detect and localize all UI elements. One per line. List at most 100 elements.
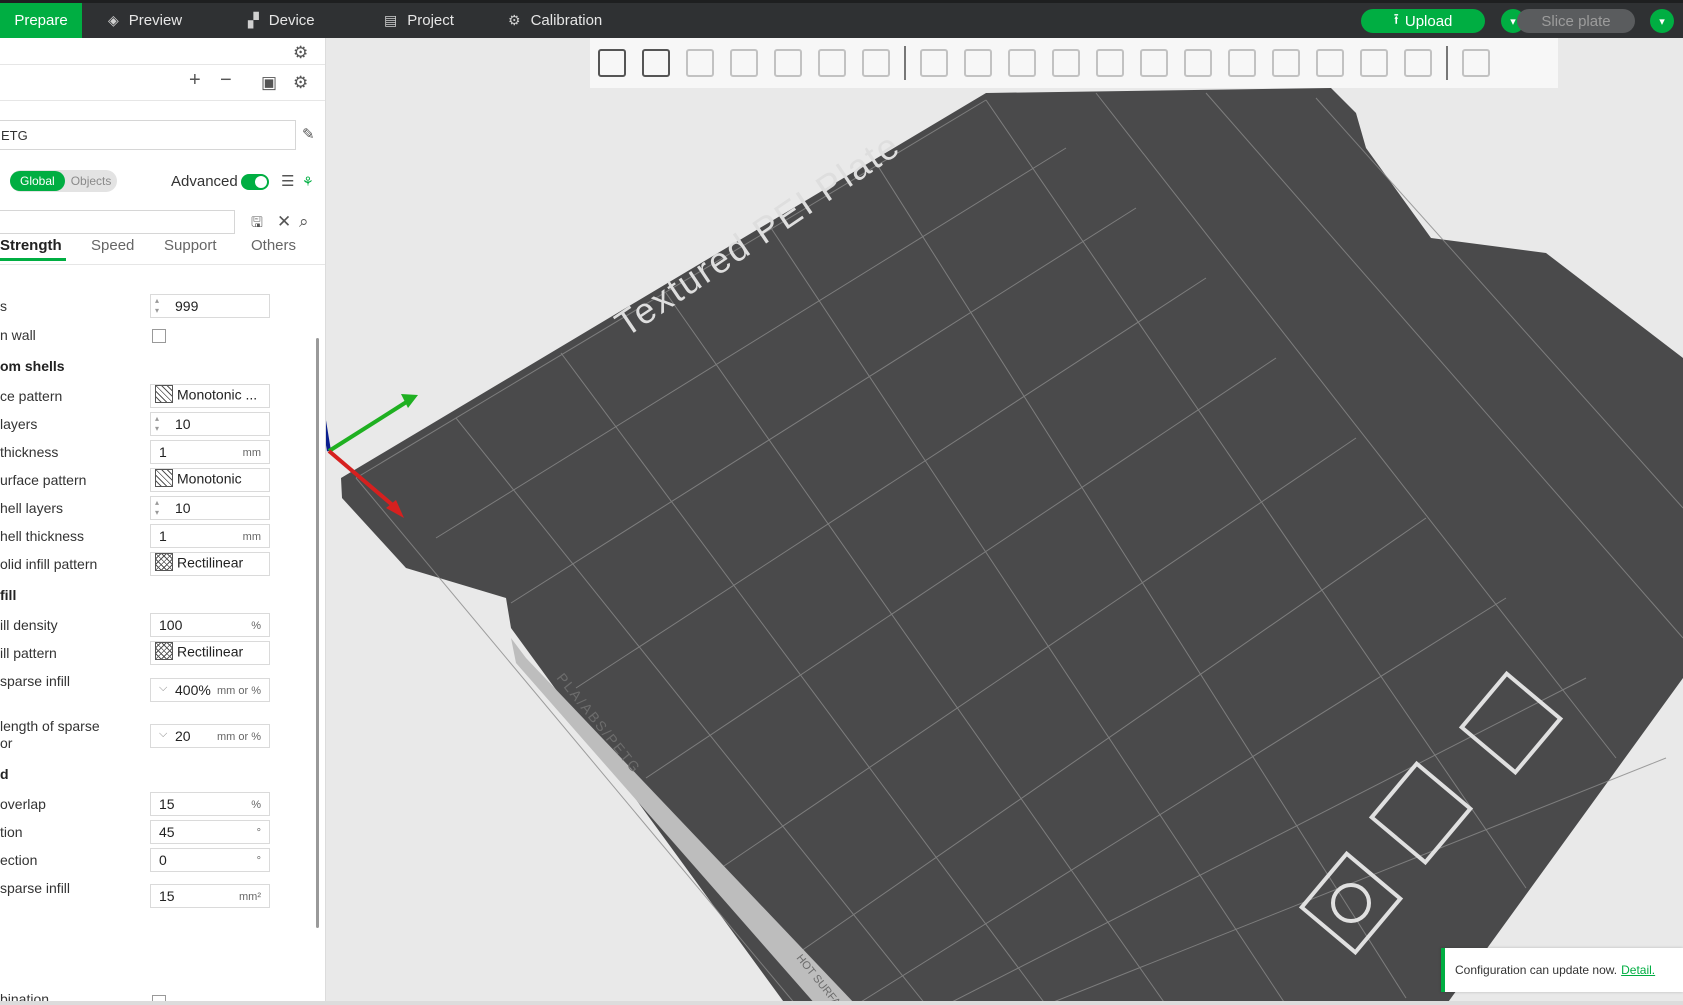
split-objects-icon[interactable] [774, 49, 802, 77]
3d-viewport[interactable]: Textured PEI Plate PLA/ABS/PETG HOT SURF… [326, 38, 1683, 1005]
edit-icon[interactable]: ✎ [302, 126, 315, 143]
unit-label: mm or % [217, 731, 261, 743]
wall-loops-input[interactable]: ▴ ▾ 999 [150, 294, 270, 318]
compare-icon[interactable]: ⚘ [302, 173, 314, 190]
save-icon[interactable]: 🖫 [251, 214, 263, 231]
split-parts-icon[interactable] [818, 49, 846, 77]
unit-label: ° [256, 855, 261, 867]
advanced-switch[interactable] [241, 174, 269, 190]
explode-icon[interactable] [1462, 49, 1490, 77]
top-thickness-input[interactable]: 1 mm [150, 440, 270, 464]
active-tab-indicator [0, 258, 66, 261]
add-plate-icon[interactable] [642, 49, 670, 77]
close-icon[interactable]: ✕ [277, 213, 291, 230]
unit-label: mm [242, 447, 261, 459]
support-paint-icon[interactable] [1184, 49, 1212, 77]
solid-direction-input[interactable]: 0 ° [150, 848, 270, 872]
move-icon[interactable] [920, 49, 948, 77]
solid-pattern-value: Rectilinear [177, 554, 244, 571]
tab-others[interactable]: Others [251, 237, 296, 254]
tab-calibration[interactable]: ⚙ Calibration [508, 3, 602, 38]
scope-objects[interactable]: Objects [65, 171, 118, 191]
rotate-icon[interactable] [964, 49, 992, 77]
layers-editing-icon[interactable] [862, 49, 890, 77]
top-pattern-value: Monotonic ... [177, 386, 258, 403]
shells-section-header: om shells [0, 358, 65, 374]
spinner-icon: ▴ ▾ [155, 498, 160, 517]
minus-icon[interactable]: − [220, 70, 232, 90]
viewport-toolbar [590, 38, 1558, 88]
top-layers-input[interactable]: ▴ ▾ 10 [150, 412, 270, 436]
filament-preset-field[interactable]: ETG [0, 120, 296, 150]
bottom-thickness-value: 1 [159, 528, 167, 544]
direction-input[interactable]: 45 ° [150, 820, 270, 844]
measure-icon[interactable] [1360, 49, 1388, 77]
overlap-value: 15 [159, 796, 175, 812]
sparse-area-input[interactable]: 15 mm² [150, 884, 270, 908]
embed-wall-checkbox[interactable] [152, 329, 166, 343]
lay-on-face-icon[interactable] [1052, 49, 1080, 77]
infill-section-header: fill [0, 587, 17, 603]
slice-plate-button[interactable]: Slice plate [1517, 9, 1635, 33]
anchor-max-input[interactable]: ⌵ 20 mm or % [150, 724, 270, 748]
assembly-icon[interactable] [1404, 49, 1432, 77]
tab-preview[interactable]: ◈ Preview [108, 3, 182, 38]
top-thickness-label: thickness [0, 444, 59, 460]
tab-preview-label: Preview [128, 12, 183, 29]
pattern-icon [155, 642, 173, 661]
tab-speed[interactable]: Speed [91, 237, 134, 254]
scale-icon[interactable] [1008, 49, 1036, 77]
sidebar-scrollbar[interactable] [316, 338, 319, 928]
bottom-layers-value: 10 [175, 500, 191, 516]
unit-label: % [251, 799, 261, 811]
plus-icon[interactable]: + [189, 70, 201, 90]
build-plate-scene: Textured PEI Plate PLA/ABS/PETG HOT SURF… [326, 88, 1683, 1005]
plate-settings-icon[interactable]: ▣ [261, 74, 277, 91]
notice-detail-link[interactable]: Detail. [1621, 963, 1655, 977]
list-icon[interactable]: ☰ [281, 173, 294, 190]
process-sidebar: ⚙ + − ▣ ⚙ ETG ✎ Global Objects Advanced … [0, 38, 326, 1005]
settings-icon[interactable]: ⚙ [293, 44, 308, 61]
search-icon[interactable]: ⌕ [299, 213, 309, 230]
boolean-icon[interactable] [1140, 49, 1168, 77]
bottom-pattern-select[interactable]: Monotonic [150, 468, 270, 492]
scope-global[interactable]: Global [10, 171, 65, 191]
wall-loops-value: 999 [175, 298, 199, 314]
color-paint-icon[interactable] [1316, 49, 1344, 77]
upload-button[interactable]: ⭱ Upload [1361, 9, 1485, 33]
top-layers-value: 10 [175, 416, 191, 432]
notice-text: Configuration can update now. [1455, 963, 1618, 977]
arrange-icon[interactable] [730, 49, 758, 77]
search-input[interactable] [0, 210, 235, 234]
top-layers-label: layers [0, 416, 38, 432]
sparse-area-label: sparse infill [0, 880, 71, 896]
tab-strength[interactable]: Strength [0, 237, 62, 254]
solid-pattern-select[interactable]: Rectilinear [150, 552, 270, 576]
add-cube-icon[interactable] [598, 49, 626, 77]
sparse-anchor-label: sparse infill [0, 673, 71, 689]
unit-label: ° [256, 827, 261, 839]
spinner-icon: ▴ ▾ [155, 414, 160, 433]
bottom-thickness-input[interactable]: 1 mm [150, 524, 270, 548]
text-icon[interactable] [1272, 49, 1300, 77]
chevron-down-icon: ▾ [1659, 15, 1665, 28]
density-input[interactable]: 100 % [150, 613, 270, 637]
infill-pattern-select[interactable]: Rectilinear [150, 641, 270, 665]
auto-orient-icon[interactable] [686, 49, 714, 77]
tab-support[interactable]: Support [164, 237, 217, 254]
project-icon: ▤ [384, 12, 398, 28]
top-pattern-select[interactable]: Monotonic ... [150, 384, 270, 408]
tab-prepare[interactable]: Prepare [0, 3, 82, 38]
gear-icon[interactable]: ⚙ [293, 74, 308, 91]
cut-icon[interactable] [1096, 49, 1124, 77]
solid-direction-value: 0 [159, 852, 167, 868]
slice-dropdown-button[interactable]: ▾ [1650, 9, 1674, 33]
pattern-icon [155, 469, 173, 488]
scope-toggle[interactable]: Global Objects [10, 170, 118, 192]
sparse-anchor-input[interactable]: ⌵ 400% mm or % [150, 678, 270, 702]
tab-project[interactable]: ▤ Project [384, 3, 454, 38]
bottom-layers-input[interactable]: ▴ ▾ 10 [150, 496, 270, 520]
seam-paint-icon[interactable] [1228, 49, 1256, 77]
overlap-input[interactable]: 15 % [150, 792, 270, 816]
tab-device[interactable]: ▞ Device [248, 3, 315, 38]
